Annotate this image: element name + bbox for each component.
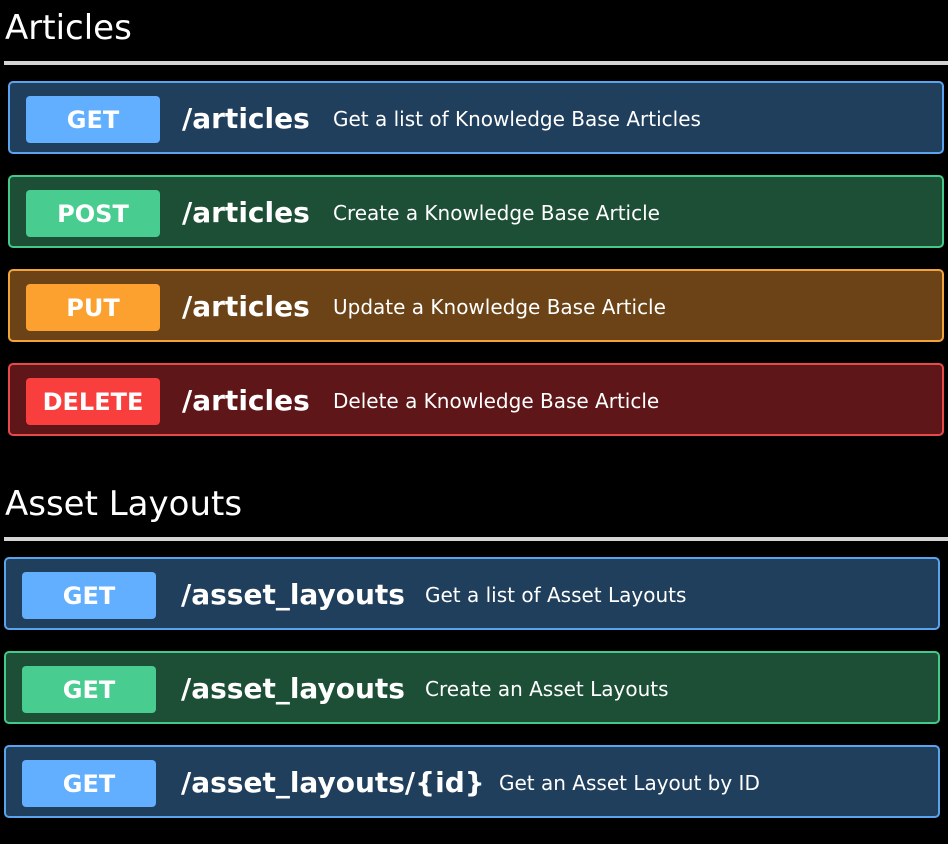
endpoint-path: /articles (182, 196, 310, 229)
method-badge-get: GET (26, 96, 160, 143)
method-badge-put: PUT (26, 284, 160, 331)
endpoint-description: Get a list of Knowledge Base Articles (333, 107, 701, 131)
section-divider (4, 61, 948, 65)
endpoint-row-get-asset-layout-by-id[interactable]: GET /asset_layouts/{id} Get an Asset Lay… (4, 745, 940, 818)
api-docs-page: Articles GET /articles Get a list of Kno… (0, 0, 948, 844)
endpoint-row-get-asset-layouts[interactable]: GET /asset_layouts Get a list of Asset L… (4, 557, 940, 630)
section-title-asset-layouts: Asset Layouts (5, 484, 243, 524)
endpoint-path: /asset_layouts/{id} (181, 766, 485, 799)
endpoint-description: Create an Asset Layouts (425, 677, 669, 701)
endpoint-description: Create a Knowledge Base Article (333, 201, 660, 225)
endpoint-row-get-articles[interactable]: GET /articles Get a list of Knowledge Ba… (8, 81, 944, 154)
endpoint-description: Update a Knowledge Base Article (333, 295, 666, 319)
endpoint-path: /articles (182, 290, 310, 323)
method-badge-delete: DELETE (26, 378, 160, 425)
endpoint-description: Get a list of Asset Layouts (425, 583, 687, 607)
section-title-articles: Articles (5, 8, 132, 48)
endpoint-path: /articles (182, 384, 310, 417)
method-badge-post: POST (26, 190, 160, 237)
method-badge-get: GET (22, 760, 156, 807)
method-badge-get: GET (22, 666, 156, 713)
endpoint-path: /articles (182, 102, 310, 135)
endpoint-row-delete-articles[interactable]: DELETE /articles Delete a Knowledge Base… (8, 363, 944, 436)
endpoint-row-put-articles[interactable]: PUT /articles Update a Knowledge Base Ar… (8, 269, 944, 342)
method-badge-get: GET (22, 572, 156, 619)
endpoint-description: Delete a Knowledge Base Article (333, 389, 660, 413)
endpoint-row-post-articles[interactable]: POST /articles Create a Knowledge Base A… (8, 175, 944, 248)
endpoint-path: /asset_layouts (181, 578, 405, 611)
section-divider (4, 537, 948, 541)
endpoint-row-create-asset-layouts[interactable]: GET /asset_layouts Create an Asset Layou… (4, 651, 940, 724)
endpoint-description: Get an Asset Layout by ID (499, 771, 760, 795)
endpoint-path: /asset_layouts (181, 672, 405, 705)
